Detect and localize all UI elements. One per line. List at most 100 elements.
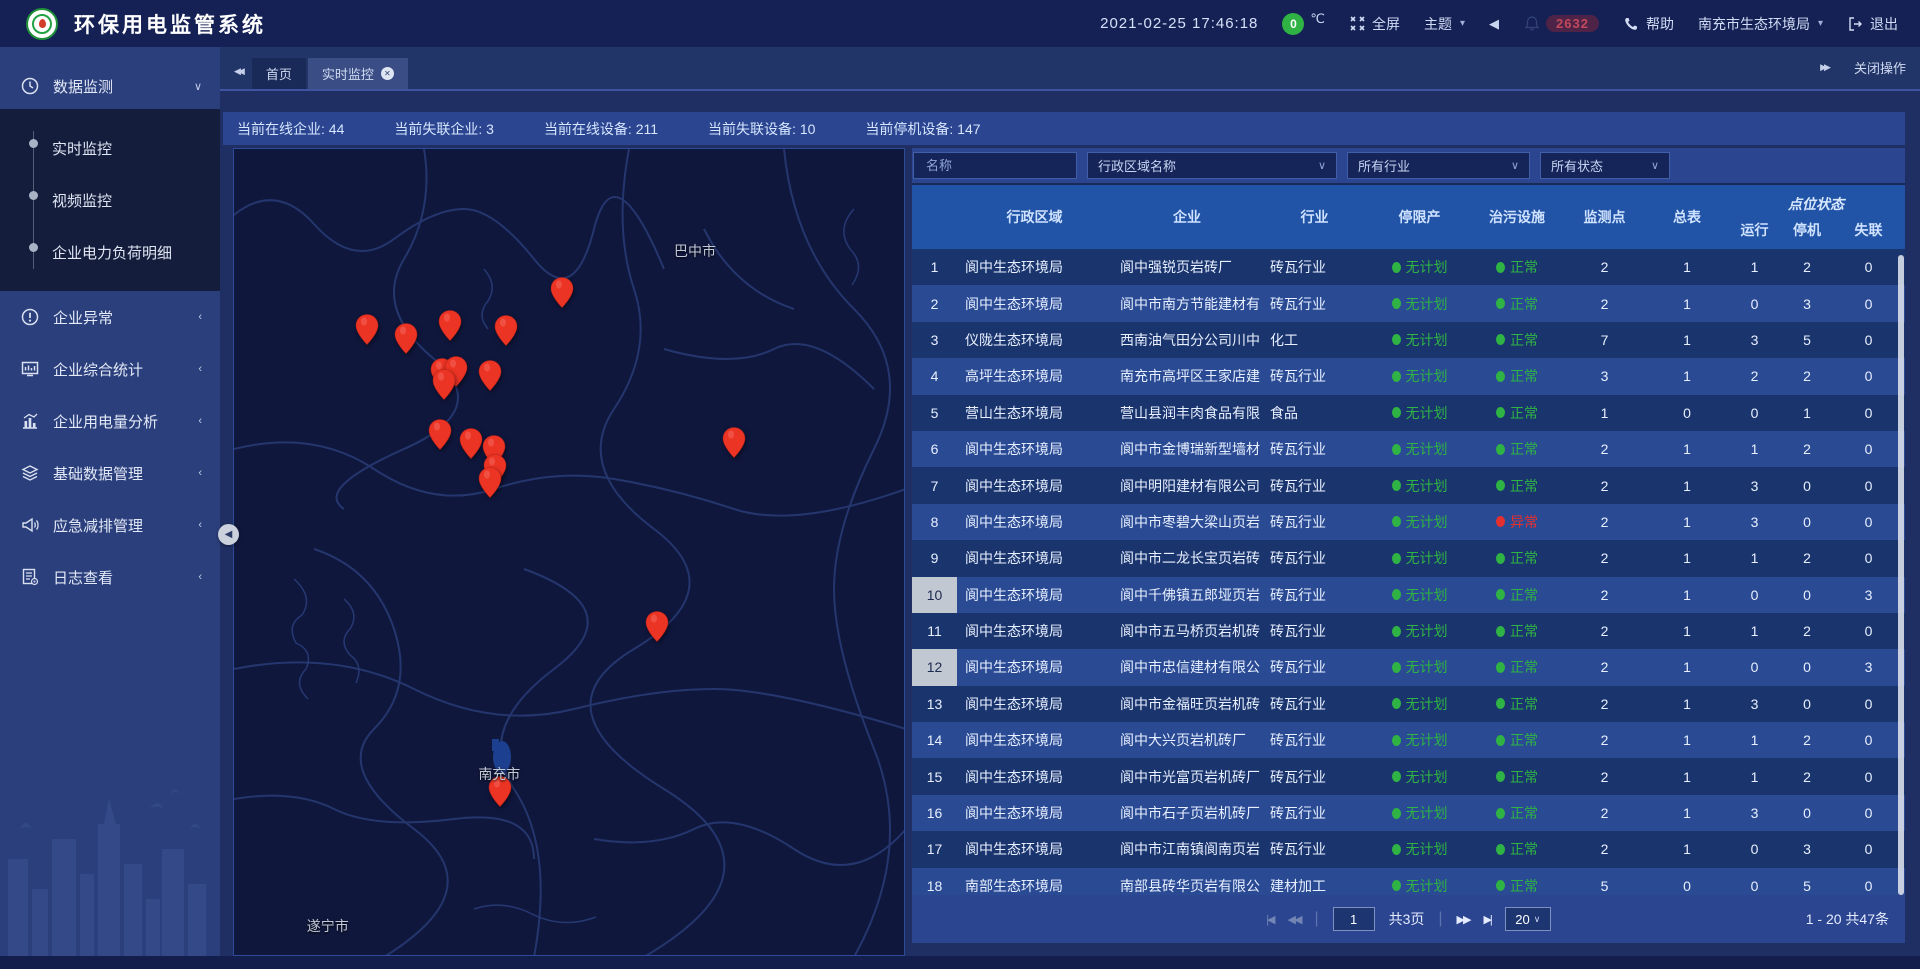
table-row[interactable]: 18 南部生态环境局 南部县砖华页岩有限公 建材加工 无计划 正常 5 0 0 … bbox=[912, 868, 1905, 895]
facility-status-dot bbox=[1496, 808, 1505, 819]
sidebar-item-video-monitor[interactable]: 视频监控 bbox=[0, 174, 220, 226]
dashboard-icon bbox=[20, 359, 40, 379]
table-row[interactable]: 1 阆中生态环境局 阆中强锐页岩砖厂 砖瓦行业 无计划 正常 2 1 1 2 0 bbox=[912, 249, 1905, 285]
tab-home[interactable]: 首页 bbox=[252, 58, 306, 89]
row-stop-count: 0 bbox=[1782, 795, 1832, 831]
table-row[interactable]: 2 阆中生态环境局 阆中市南方节能建材有 砖瓦行业 无计划 正常 2 1 0 3… bbox=[912, 285, 1905, 321]
row-limit-status: 无计划 bbox=[1406, 803, 1448, 823]
table-row[interactable]: 15 阆中生态环境局 阆中市光富页岩机砖厂 砖瓦行业 无计划 正常 2 1 1 … bbox=[912, 758, 1905, 794]
sidebar-item-power-load-detail[interactable]: 企业电力负荷明细 bbox=[0, 226, 220, 278]
name-search-input[interactable] bbox=[924, 157, 1066, 174]
map-pin[interactable] bbox=[356, 314, 379, 350]
map-pin[interactable] bbox=[432, 369, 455, 405]
row-run-count: 0 bbox=[1727, 577, 1782, 613]
limit-status-dot bbox=[1392, 698, 1401, 709]
table-row[interactable]: 6 阆中生态环境局 阆中市金博瑞新型墙材 砖瓦行业 无计划 正常 2 1 1 2… bbox=[912, 431, 1905, 467]
first-page-button[interactable]: |◀ bbox=[1266, 913, 1273, 926]
sidebar-item-log-view[interactable]: 日志查看 ‹ bbox=[0, 551, 220, 603]
row-points: 2 bbox=[1562, 613, 1647, 649]
table-scrollbar[interactable] bbox=[1898, 255, 1904, 895]
sidebar-collapse-button[interactable]: ◀ bbox=[218, 524, 239, 545]
prev-page-button[interactable]: ◀◀ bbox=[1288, 913, 1301, 926]
row-meters: 1 bbox=[1647, 540, 1727, 576]
logout-button[interactable]: 退出 bbox=[1847, 14, 1898, 34]
close-icon[interactable]: ✕ bbox=[381, 67, 394, 80]
table-row[interactable]: 4 高坪生态环境局 南充市高坪区王家店建 砖瓦行业 无计划 正常 3 1 2 2… bbox=[912, 358, 1905, 394]
chevron-left-icon: ‹ bbox=[198, 571, 202, 583]
fullscreen-button[interactable]: 全屏 bbox=[1349, 14, 1400, 34]
table-row[interactable]: 10 阆中生态环境局 阆中千佛镇五郎垭页岩 砖瓦行业 无计划 正常 2 1 0 … bbox=[912, 577, 1905, 613]
map-pin[interactable] bbox=[439, 310, 462, 346]
page-size-select[interactable]: 20 ∨ bbox=[1505, 907, 1551, 931]
map-pin[interactable] bbox=[428, 419, 451, 455]
sidebar-item-power-analysis[interactable]: 企业用电量分析 ‹ bbox=[0, 395, 220, 447]
chevron-left-icon: ‹ bbox=[198, 311, 202, 323]
help-button[interactable]: 帮助 bbox=[1623, 14, 1674, 34]
facility-status-dot bbox=[1496, 334, 1505, 345]
row-company: 南充市高坪区王家店建 bbox=[1112, 358, 1262, 394]
row-facility-status: 正常 bbox=[1510, 257, 1538, 277]
row-company: 西南油气田分公司川中 bbox=[1112, 322, 1262, 358]
map-pin[interactable] bbox=[551, 277, 574, 313]
map-pin[interactable] bbox=[478, 467, 501, 503]
table-row[interactable]: 9 阆中生态环境局 阆中市二龙长宝页岩砖 砖瓦行业 无计划 正常 2 1 1 2… bbox=[912, 540, 1905, 576]
row-region: 南部生态环境局 bbox=[957, 868, 1112, 895]
row-facility-status: 正常 bbox=[1510, 294, 1538, 314]
map-pin[interactable] bbox=[478, 360, 501, 396]
sidebar-item-base-data[interactable]: 基础数据管理 ‹ bbox=[0, 447, 220, 499]
row-points: 2 bbox=[1562, 540, 1647, 576]
row-industry: 砖瓦行业 bbox=[1262, 795, 1367, 831]
user-dropdown[interactable]: 南充市生态环境局 ▾ bbox=[1698, 14, 1823, 34]
map-pin[interactable] bbox=[488, 776, 511, 812]
table-row[interactable]: 16 阆中生态环境局 阆中市石子页岩机砖厂 砖瓦行业 无计划 正常 2 1 3 … bbox=[912, 795, 1905, 831]
row-index: 7 bbox=[912, 467, 957, 503]
tab-realtime-monitor[interactable]: 实时监控 ✕ bbox=[308, 58, 408, 89]
region-select[interactable]: 行政区域名称 ∨ bbox=[1087, 152, 1337, 179]
page-number-input[interactable] bbox=[1333, 907, 1375, 931]
row-limit-status: 无计划 bbox=[1406, 476, 1448, 496]
sidebar-item-emergency-reduction[interactable]: 应急减排管理 ‹ bbox=[0, 499, 220, 551]
last-page-button[interactable]: ▶| bbox=[1483, 913, 1490, 926]
name-filter-field[interactable] bbox=[913, 152, 1077, 179]
map-pin[interactable] bbox=[460, 428, 483, 464]
table-row[interactable]: 7 阆中生态环境局 阆中明阳建材有限公司 砖瓦行业 无计划 正常 2 1 3 0… bbox=[912, 467, 1905, 503]
tabs-scroll-left-icon[interactable]: ◀◀ bbox=[234, 66, 242, 77]
table-row[interactable]: 13 阆中生态环境局 阆中市金福旺页岩机砖 砖瓦行业 无计划 正常 2 1 3 … bbox=[912, 686, 1905, 722]
row-meters: 1 bbox=[1647, 613, 1727, 649]
row-index: 13 bbox=[912, 686, 957, 722]
map-pin[interactable] bbox=[495, 315, 518, 351]
row-limit-status: 无计划 bbox=[1406, 366, 1448, 386]
notification-bell[interactable]: 2632 bbox=[1523, 15, 1599, 32]
table-row[interactable]: 3 仪陇生态环境局 西南油气田分公司川中 化工 无计划 正常 7 1 3 5 0 bbox=[912, 322, 1905, 358]
map-pin[interactable] bbox=[723, 427, 746, 463]
row-company: 阆中大兴页岩机砖厂 bbox=[1112, 722, 1262, 758]
bell-icon bbox=[1523, 15, 1540, 32]
city-skyline-decoration bbox=[0, 769, 220, 959]
table-row[interactable]: 8 阆中生态环境局 阆中市枣碧大梁山页岩 砖瓦行业 无计划 异常 2 1 3 0… bbox=[912, 504, 1905, 540]
map-canvas[interactable]: 巴中市南充市遂宁市 bbox=[233, 148, 905, 956]
stat-item: 当前在线设备: 211 bbox=[544, 119, 658, 139]
table-row[interactable]: 12 阆中生态环境局 阆中市忠信建材有限公 砖瓦行业 无计划 正常 2 1 0 … bbox=[912, 649, 1905, 685]
status-select[interactable]: 所有状态 ∨ bbox=[1540, 152, 1670, 179]
table-row[interactable]: 11 阆中生态环境局 阆中市五马桥页岩机砖 砖瓦行业 无计划 正常 2 1 1 … bbox=[912, 613, 1905, 649]
sidebar-item-realtime-monitor[interactable]: 实时监控 bbox=[0, 122, 220, 174]
close-operations-button[interactable]: 关闭操作 bbox=[1854, 58, 1906, 77]
industry-select[interactable]: 所有行业 ∨ bbox=[1347, 152, 1530, 179]
next-page-button[interactable]: ▶▶ bbox=[1457, 913, 1470, 926]
tabs-scroll-right-icon[interactable]: ▶▶ bbox=[1820, 62, 1828, 73]
map-pin[interactable] bbox=[395, 323, 418, 359]
row-limit-status: 无计划 bbox=[1406, 257, 1448, 277]
table-row[interactable]: 5 营山生态环境局 营山县润丰肉食品有限 食品 无计划 正常 1 0 0 1 0 bbox=[912, 395, 1905, 431]
table-row[interactable]: 17 阆中生态环境局 阆中市江南镇阆南页岩 砖瓦行业 无计划 正常 2 1 0 … bbox=[912, 831, 1905, 867]
theme-dropdown[interactable]: 主题 ▾ bbox=[1424, 14, 1465, 34]
table-header: 行政区域 企业 行业 停限产 治污设施 监测点 总表 运行 停机 失联 点位状态 bbox=[912, 185, 1905, 249]
sidebar-item-data-monitor[interactable]: 数据监测 ∨ bbox=[0, 63, 220, 109]
table-row[interactable]: 14 阆中生态环境局 阆中大兴页岩机砖厂 砖瓦行业 无计划 正常 2 1 1 2… bbox=[912, 722, 1905, 758]
row-company: 阆中千佛镇五郎垭页岩 bbox=[1112, 577, 1262, 613]
row-limit-status: 无计划 bbox=[1406, 294, 1448, 314]
sidebar-item-company-statistics[interactable]: 企业综合统计 ‹ bbox=[0, 343, 220, 395]
map-pin[interactable] bbox=[645, 611, 668, 647]
mute-speaker-icon[interactable]: ◀ bbox=[1489, 16, 1499, 32]
row-index: 5 bbox=[912, 395, 957, 431]
sidebar-item-company-anomaly[interactable]: 企业异常 ‹ bbox=[0, 291, 220, 343]
